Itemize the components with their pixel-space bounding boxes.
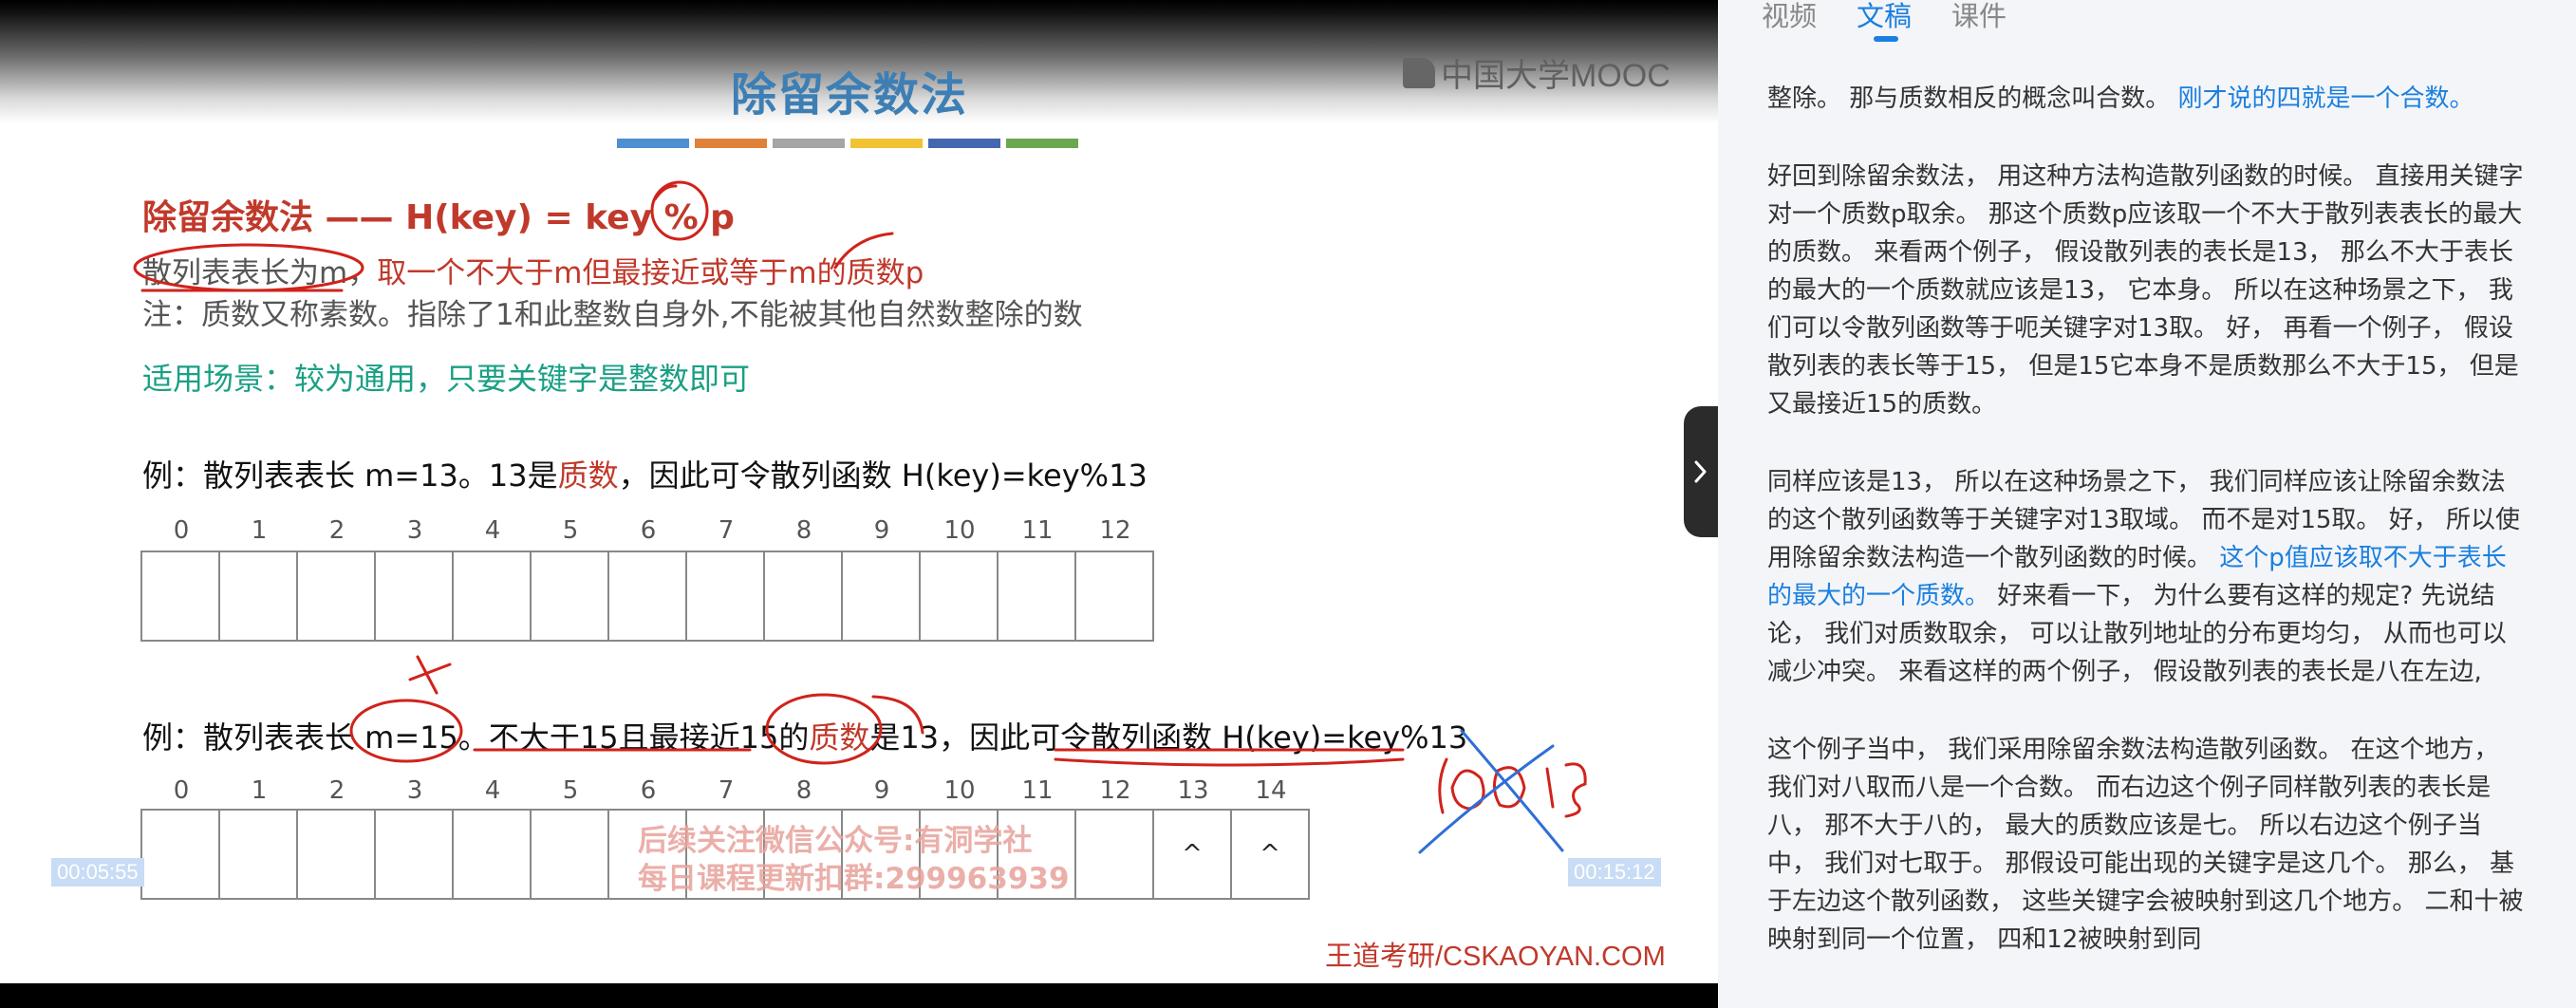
transcript-paragraph: 好回到除留余数法， 用这种方法构造散列函数的时候。 直接用关键字对一个质数p取余… <box>1767 158 2527 423</box>
chevron-right-icon <box>1694 460 1707 483</box>
ink-underline-3 <box>1054 748 1405 767</box>
ink-cross-mark <box>408 655 452 695</box>
ink-circle-table-length <box>133 243 364 292</box>
tab-1[interactable]: 文稿 <box>1857 0 1912 42</box>
tab-2[interactable]: 课件 <box>1951 0 2007 42</box>
transcript-text-plain: 好回到除留余数法， 用这种方法构造散列函数的时候。 直接用关键字对一个质数p取余… <box>1767 162 2524 419</box>
ink-circle-prime <box>765 693 883 765</box>
ink-circle-m15 <box>349 699 463 763</box>
panel-tabs: 视频 文稿 课件 <box>1762 0 2007 47</box>
ink-curve-prime <box>833 232 894 270</box>
collapse-panel-button[interactable] <box>1684 406 1718 537</box>
transcript-paragraph: 同样应该是13， 所以在这种场景之下， 我们同样应该让除留余数法的这个散列函数等… <box>1767 463 2527 691</box>
transcript-paragraph: 这个例子当中， 我们采用除留余数法构造散列函数。 在这个地方， 我们对八取而八是… <box>1767 731 2527 959</box>
transcript-text: 整除。 那与质数相反的概念叫合数。 刚才说的四就是一个合数。好回到除留余数法， … <box>1767 80 2527 999</box>
player-bottom-bar <box>0 983 1718 1008</box>
transcript-text-plain: 这个例子当中， 我们采用除留余数法构造散列函数。 在这个地方， 我们对八取而八是… <box>1767 736 2524 954</box>
handwriting-annotations <box>133 180 1587 854</box>
transcript-paragraph: 整除。 那与质数相反的概念叫合数。 刚才说的四就是一个合数。 <box>1767 80 2527 118</box>
ink-handwriting-100 <box>1438 757 1526 814</box>
tab-0[interactable]: 视频 <box>1762 0 1817 42</box>
video-player[interactable]: 除留余数法 中国大学MOOC 除留余数法 —— H(key) = key % p… <box>0 0 1718 1008</box>
transcript-panel: 视频 文稿 课件 整除。 那与质数相反的概念叫合数。 刚才说的四就是一个合数。好回到… <box>1718 0 2576 1008</box>
transcript-text-plain: 整除。 那与质数相反的概念叫合数。 <box>1767 84 2178 113</box>
transcript-highlight[interactable]: 刚才说的四就是一个合数。 <box>2178 84 2474 113</box>
ink-handwriting-15 <box>1545 762 1587 818</box>
